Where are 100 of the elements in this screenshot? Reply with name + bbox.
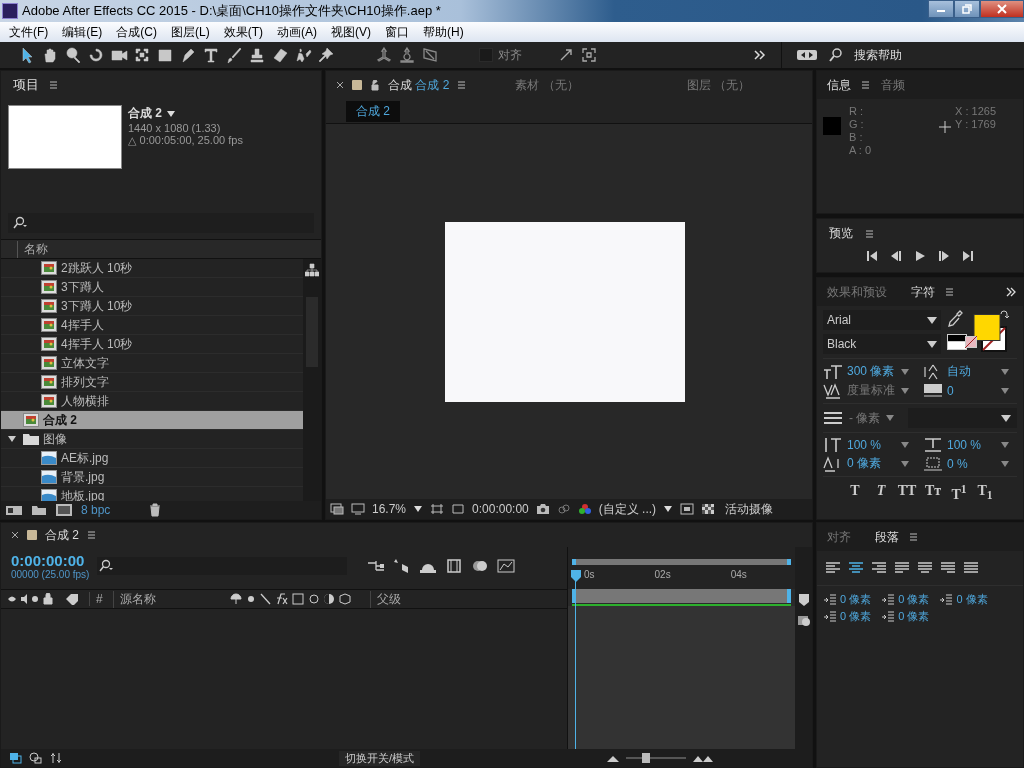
font-size-value[interactable]: 300 像素: [847, 363, 895, 380]
project-item[interactable]: 合成 2: [1, 411, 303, 430]
zoom-icon[interactable]: [64, 46, 82, 64]
menu-item[interactable]: 视图(V): [324, 23, 378, 41]
frame-blending-icon[interactable]: [445, 558, 464, 574]
baseline-shift-value[interactable]: 0 像素: [847, 455, 881, 472]
stroke-width-value[interactable]: - 像素: [849, 409, 881, 427]
overflow-icon[interactable]: [753, 48, 767, 62]
close-icon[interactable]: [11, 531, 19, 539]
menu-item[interactable]: 编辑(E): [55, 23, 110, 41]
kerning-value[interactable]: 度量标准: [847, 382, 895, 399]
swap-colors-icon[interactable]: [999, 310, 1009, 320]
graph-editor-icon[interactable]: [497, 558, 516, 574]
motion-blur-icon[interactable]: [471, 558, 490, 574]
column-header[interactable]: 父级: [369, 590, 401, 608]
column-header[interactable]: 源名称: [112, 590, 220, 608]
close-icon[interactable]: [336, 81, 344, 89]
modes-toggle-icon[interactable]: [29, 752, 43, 764]
column-header[interactable]: #: [89, 592, 103, 606]
panel-tab[interactable]: 音频: [881, 76, 905, 94]
horizontal-scale-value[interactable]: 100 %: [947, 438, 982, 452]
viewer-tab[interactable]: 素材 （无）: [515, 76, 579, 94]
expanded-triangle-icon[interactable]: [7, 434, 17, 444]
panel-tab[interactable]: 效果和预设: [827, 283, 887, 301]
panel-tab[interactable]: 段落: [875, 528, 899, 546]
project-item[interactable]: 3下蹲人: [1, 278, 303, 297]
zoom-dropdown[interactable]: 16.7%: [372, 502, 407, 516]
lock-icon[interactable]: [370, 79, 380, 91]
project-item[interactable]: 3下蹲人 10秒: [1, 297, 303, 316]
timeline-tab[interactable]: 合成 2: [45, 526, 79, 544]
minimize-button[interactable]: [928, 0, 954, 18]
text-style-button[interactable]: T$^{1}$: [948, 483, 970, 503]
zoom-out-icon[interactable]: [606, 753, 621, 763]
current-time[interactable]: 0:00:00:00: [472, 502, 529, 516]
menu-item[interactable]: 效果(T): [216, 23, 270, 41]
text-style-button[interactable]: T: [870, 483, 892, 503]
snap-frame-icon[interactable]: [580, 46, 598, 64]
play-icon[interactable]: [914, 250, 926, 262]
project-item[interactable]: 2跳跃人 10秒: [1, 259, 303, 278]
vertical-scale-value[interactable]: 100 %: [847, 438, 882, 452]
panel-tab[interactable]: 信息: [827, 76, 851, 94]
dropdown-caret-icon[interactable]: [663, 505, 674, 513]
eraser-icon[interactable]: [271, 46, 289, 64]
bit-depth-button[interactable]: 8 bpc: [81, 503, 111, 517]
first-frame-icon[interactable]: [866, 250, 878, 262]
panel-tab[interactable]: 字符: [911, 283, 935, 301]
world-axis-icon[interactable]: [398, 46, 416, 64]
composition-breadcrumb[interactable]: 合成 2: [346, 100, 400, 122]
text-style-button[interactable]: Tᴛ: [922, 483, 944, 503]
slider-thumb[interactable]: [641, 753, 650, 763]
column-header[interactable]: 名称: [17, 240, 48, 258]
panel-menu-icon[interactable]: [909, 533, 919, 541]
layer-search-field[interactable]: [97, 557, 348, 575]
view-dropdown[interactable]: (自定义 ...): [598, 500, 657, 518]
hierarchy-icon[interactable]: [305, 263, 319, 277]
indent-value[interactable]: 0 像素: [840, 609, 872, 624]
menu-item[interactable]: 文件(F): [2, 23, 56, 41]
font-family-dropdown[interactable]: Arial: [823, 310, 941, 330]
stamp-icon[interactable]: [248, 46, 266, 64]
align-center-icon[interactable]: [848, 561, 864, 575]
trash-icon[interactable]: [148, 503, 163, 517]
align-left-icon[interactable]: [825, 561, 841, 575]
panel-tab[interactable]: 对齐: [827, 528, 851, 546]
mask-path-icon[interactable]: [451, 503, 466, 515]
project-item[interactable]: 排列文字: [1, 373, 303, 392]
previous-frame-icon[interactable]: [890, 250, 902, 262]
pen-icon[interactable]: [179, 46, 197, 64]
rotate-icon[interactable]: [87, 46, 105, 64]
menu-item[interactable]: 窗口: [378, 23, 416, 41]
local-axis-icon[interactable]: [375, 46, 393, 64]
monitor-icon[interactable]: [351, 503, 365, 515]
snapshot-camera-icon[interactable]: [535, 503, 550, 515]
font-style-dropdown[interactable]: Black: [823, 334, 941, 354]
viewer-tab[interactable]: 合成 合成 2: [388, 76, 450, 94]
new-folder-icon[interactable]: [31, 503, 47, 517]
indent-value[interactable]: 0 像素: [956, 592, 988, 607]
tsume-value[interactable]: 0 %: [947, 456, 968, 471]
toggle-switches-modes-button[interactable]: 切换开关/模式: [339, 750, 421, 766]
safe-margins-icon[interactable]: [430, 503, 445, 515]
panel-menu-icon[interactable]: [945, 288, 955, 296]
panel-menu-icon[interactable]: [457, 81, 468, 89]
leading-value[interactable]: 自动: [947, 363, 971, 380]
close-button[interactable]: [980, 0, 1024, 18]
pin-icon[interactable]: [317, 46, 335, 64]
timecode[interactable]: 0:00:00:00: [11, 552, 90, 569]
menu-item[interactable]: 图层(L): [164, 23, 217, 41]
project-item[interactable]: 背景.jpg: [1, 468, 303, 487]
eyedropper-icon[interactable]: [947, 310, 963, 328]
justify-center-icon[interactable]: [917, 561, 933, 575]
indent-value[interactable]: 0 像素: [898, 609, 930, 624]
project-item[interactable]: 立体文字: [1, 354, 303, 373]
pan-behind-icon[interactable]: [133, 46, 151, 64]
justify-left-icon[interactable]: [894, 561, 910, 575]
panel-menu-icon[interactable]: [861, 81, 871, 89]
last-frame-icon[interactable]: [962, 250, 974, 262]
show-snapshot-icon[interactable]: [556, 503, 571, 515]
panel-menu-icon[interactable]: [49, 81, 59, 89]
project-item[interactable]: 4挥手人: [1, 316, 303, 335]
fast-preview-icon[interactable]: [680, 503, 695, 515]
camera-dropdown[interactable]: 活动摄像: [725, 500, 774, 518]
